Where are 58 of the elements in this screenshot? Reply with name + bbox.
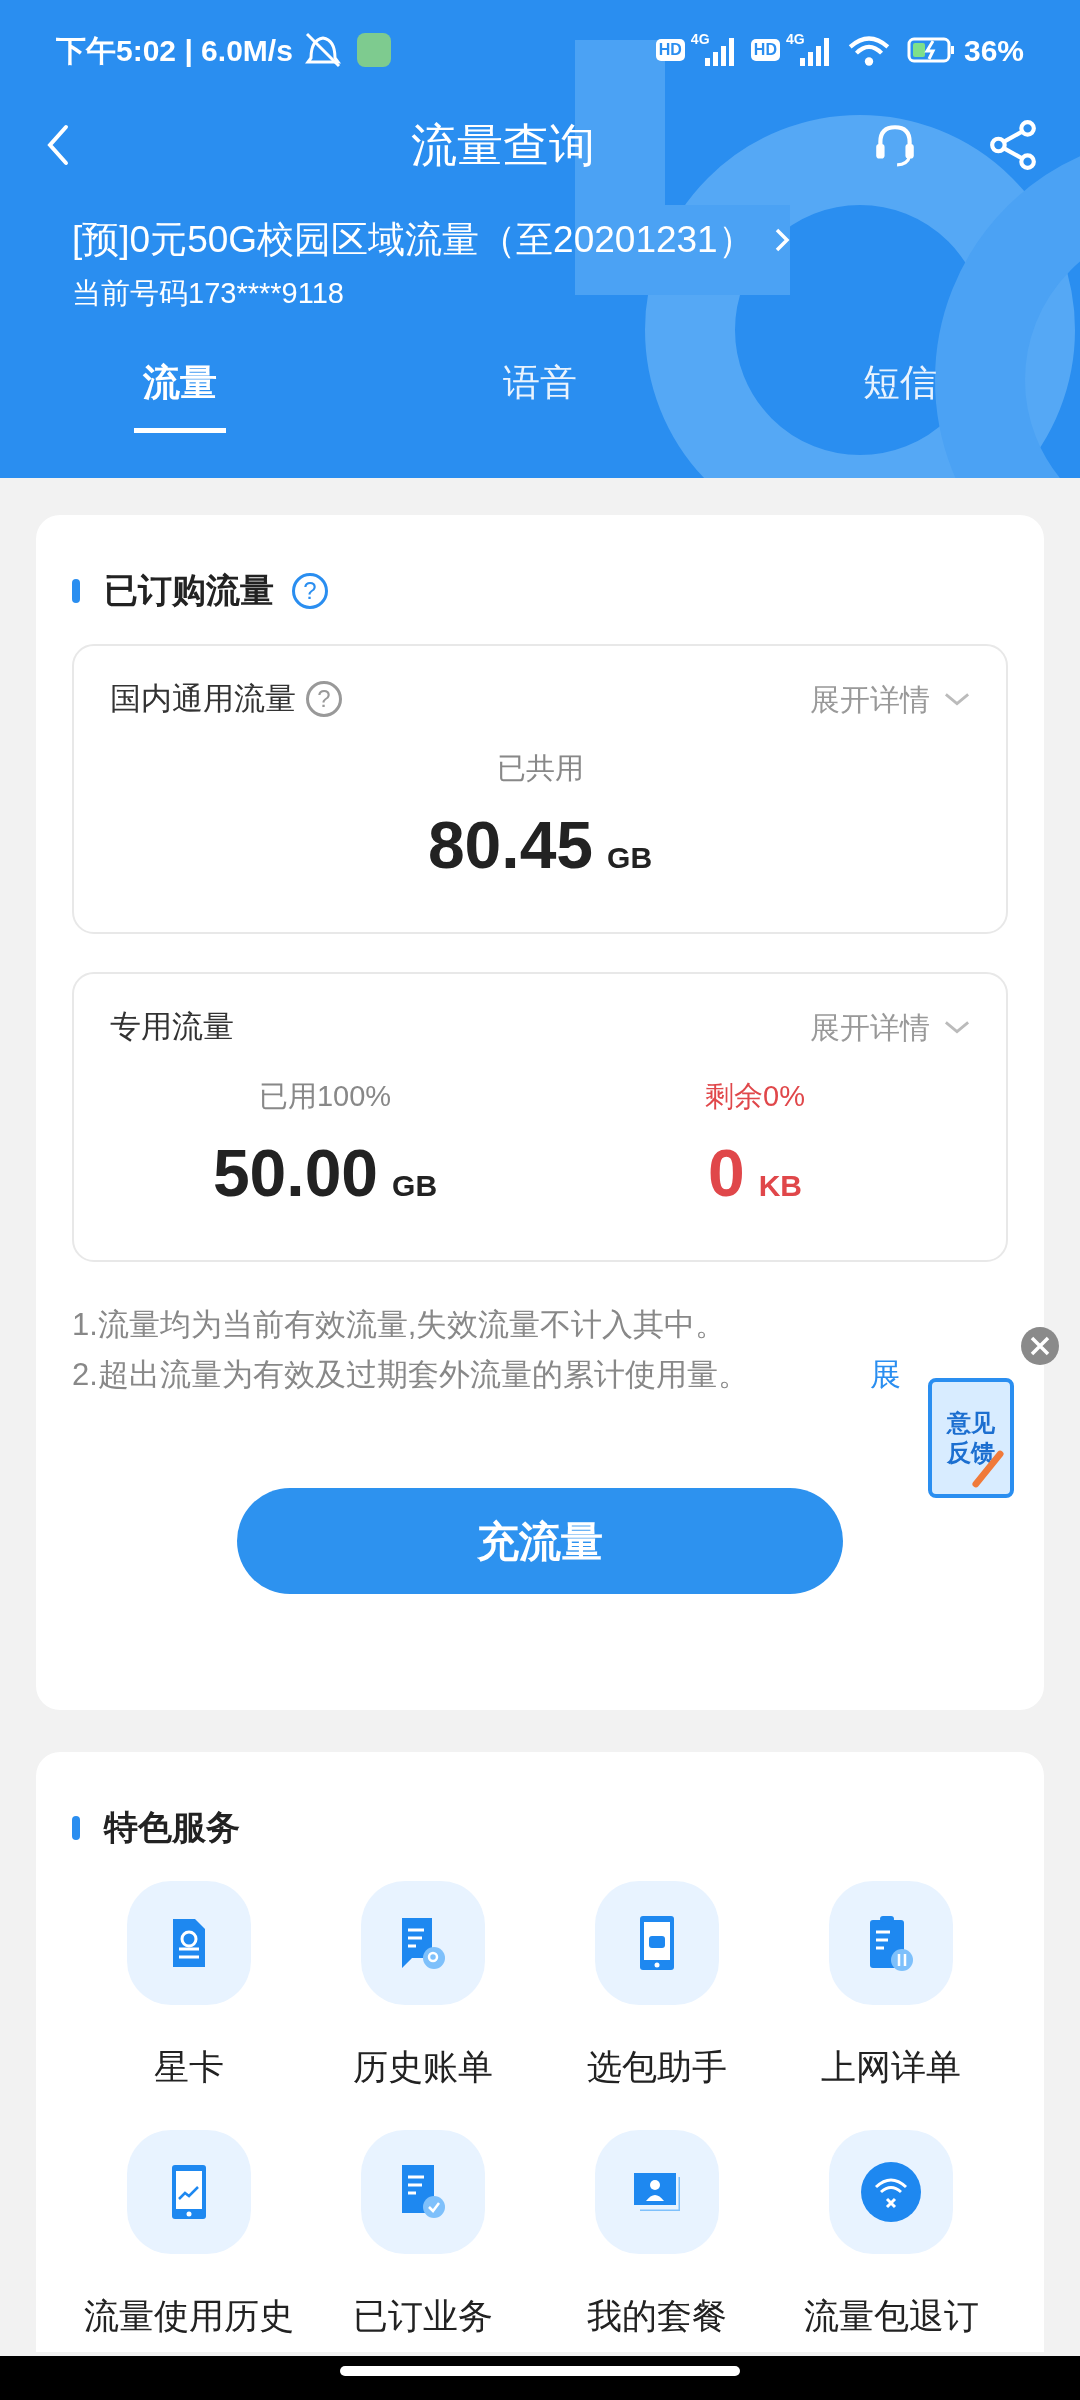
heading-marker: [72, 1815, 80, 1840]
section-heading: 已订购流量: [104, 570, 274, 611]
document-check-icon: [401, 2165, 445, 2218]
panel-title: 国内通用流量: [110, 680, 296, 718]
network-label: 4G: [785, 32, 805, 46]
clipboard-icon: [869, 1915, 913, 1971]
stat-value: 0: [707, 1135, 745, 1212]
panel-title: 专用流量: [110, 1008, 234, 1046]
expand-details-button[interactable]: 展开详情: [810, 1004, 970, 1050]
bell-muted-icon: [302, 30, 343, 70]
status-time: 下午5:02 | 6.0M/s: [56, 32, 293, 69]
help-icon[interactable]: ?: [292, 572, 328, 609]
phone-chart-icon: [172, 2164, 206, 2219]
stat-unit: KB: [758, 1168, 803, 1204]
close-icon[interactable]: [1020, 1326, 1060, 1366]
profile-card-icon: [634, 2172, 680, 2211]
service-item[interactable]: 流量包退订: [774, 2129, 1008, 2342]
service-item[interactable]: 已订业务: [306, 2129, 540, 2342]
sim-card-icon: [173, 1919, 205, 1967]
expand-details-button[interactable]: 展开详情: [810, 676, 970, 722]
battery-icon: [905, 35, 956, 65]
tab[interactable]: 短信: [720, 333, 1080, 433]
stat-unit: GB: [607, 840, 653, 876]
heading-marker: [72, 578, 80, 603]
hd-badge: HD: [750, 39, 780, 61]
plan-link[interactable]: [预]0元50G校园区域流量（至20201231）: [72, 212, 791, 268]
recharge-button[interactable]: 充流量: [237, 1488, 843, 1594]
phone-number: 当前号码173****9118: [71, 275, 345, 311]
service-item[interactable]: 上网详单: [774, 1881, 1008, 2094]
stat-label: 已共用: [496, 750, 584, 786]
feedback-widget[interactable]: 意见 反馈: [928, 1378, 1014, 1498]
page-title: 流量查询: [410, 117, 596, 173]
stat-label: 剩余0%: [705, 1078, 805, 1114]
service-item[interactable]: 选包助手: [540, 1881, 774, 2094]
stat-label: 已用100%: [258, 1078, 392, 1114]
note-text: 2.超出流量为有效及过期套外流量的累计使用量。: [72, 1356, 749, 1394]
hd-badge: HD: [655, 39, 685, 61]
service-item[interactable]: 我的套餐: [540, 2129, 774, 2342]
share-icon[interactable]: [990, 120, 1036, 170]
battery-percent: 36%: [963, 32, 1024, 69]
network-label: 4G: [690, 32, 710, 46]
help-icon[interactable]: ?: [306, 681, 342, 718]
feedback-text: 反馈: [947, 1438, 995, 1468]
stat-unit: GB: [392, 1168, 438, 1204]
phone-robot-icon: [640, 1916, 674, 1970]
feedback-text: 意见: [947, 1408, 995, 1438]
stat-value: 50.00: [212, 1135, 379, 1212]
bill-search-icon: [401, 1917, 445, 1969]
expand-link[interactable]: 展: [870, 1350, 901, 1400]
tab[interactable]: 流量: [134, 333, 226, 433]
service-item[interactable]: 流量使用历史: [72, 2129, 306, 2342]
service-item[interactable]: 历史账单: [306, 1881, 540, 2094]
wifi-cancel-icon: [861, 2161, 921, 2222]
tab[interactable]: 语音: [360, 333, 720, 433]
stat-value: 80.45: [427, 807, 594, 884]
note-text: 1.流量均为当前有效流量,失效流量不计入其中。: [72, 1306, 727, 1344]
service-item[interactable]: 星卡: [72, 1881, 306, 2094]
section-heading: 特色服务: [104, 1807, 240, 1848]
